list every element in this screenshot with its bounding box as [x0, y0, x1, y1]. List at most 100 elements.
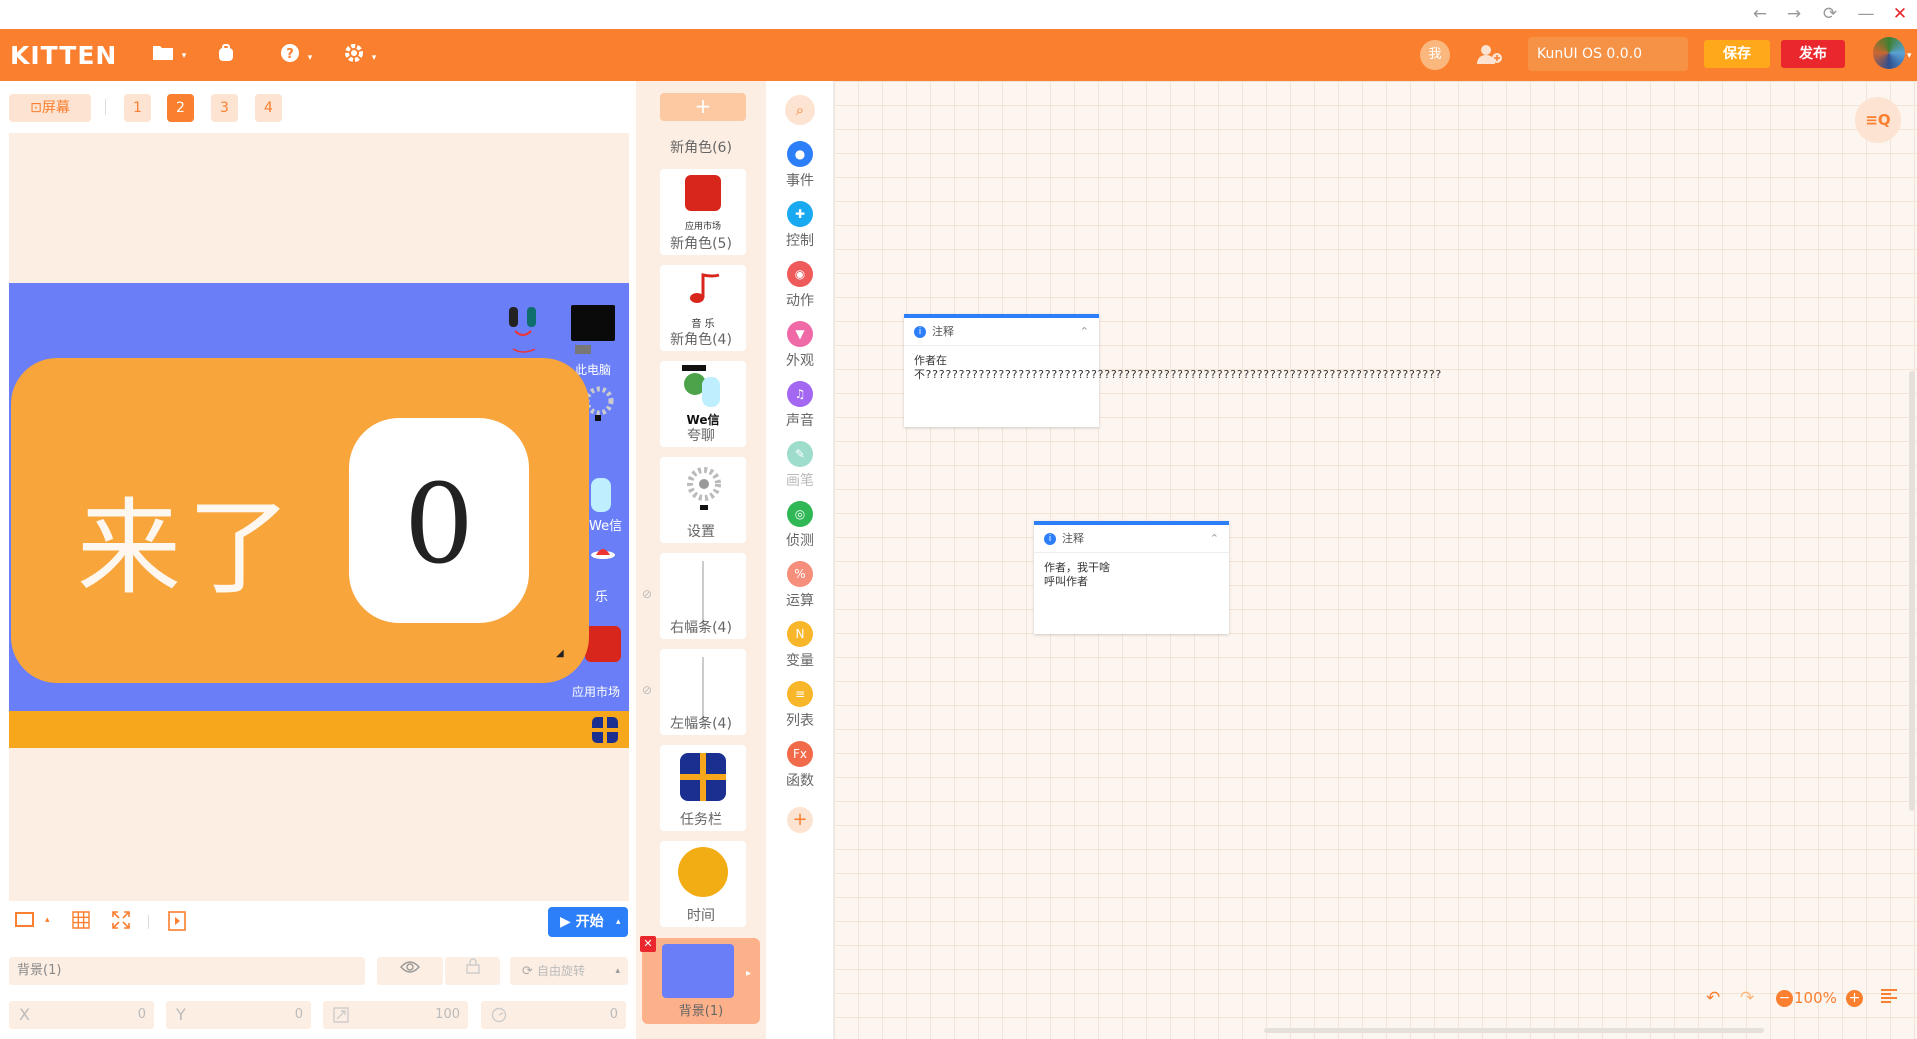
publish-button[interactable]: 发布	[1781, 40, 1845, 68]
eye-icon	[400, 961, 420, 978]
chevron-right-icon[interactable]: ▸	[746, 968, 751, 979]
zoom-level: 100%	[1794, 989, 1837, 1007]
comment-body[interactable]: 作者，我干啥 呼叫作者	[1034, 553, 1229, 599]
hidden-eye-icon[interactable]: ⊘	[642, 683, 652, 697]
category-sensing[interactable]: ◎ 侦测	[766, 501, 834, 550]
chevron-down-icon: ▾	[371, 53, 377, 63]
settings-menu[interactable]: ▾	[344, 43, 376, 67]
visibility-toggle[interactable]	[377, 957, 443, 985]
sprite-name[interactable]: 左幅条(4)	[636, 713, 766, 733]
gear-icon	[344, 44, 370, 68]
wechat-icon[interactable]	[591, 478, 611, 512]
user-avatar[interactable]	[1873, 37, 1905, 69]
size-field[interactable]: 100	[323, 1001, 468, 1029]
horizontal-scrollbar[interactable]	[1264, 1028, 1764, 1033]
x-field[interactable]: X 0	[9, 1001, 154, 1029]
undo-icon[interactable]: ↶	[1706, 988, 1720, 1008]
fullscreen-icon[interactable]	[112, 911, 130, 934]
start-button[interactable]: ▶ 开始 ▴	[548, 907, 628, 937]
zoom-in-icon[interactable]: +	[1846, 990, 1863, 1007]
category-variables[interactable]: N 变量	[766, 621, 834, 670]
category-control[interactable]: ✚ 控制	[766, 201, 834, 250]
resize-handle-icon[interactable]: ◢	[556, 648, 564, 659]
screen-tab-2[interactable]: 2	[167, 94, 194, 122]
chevron-up-icon[interactable]: ⌃	[1080, 318, 1089, 346]
category-sound[interactable]: ♫ 声音	[766, 381, 834, 430]
collaborate-button[interactable]	[1476, 43, 1504, 67]
align-blocks-icon[interactable]	[1880, 988, 1898, 1009]
close-icon[interactable]: ✕	[1886, 2, 1914, 26]
category-looks[interactable]: ▼ 外观	[766, 321, 834, 370]
function-icon: Fx	[787, 741, 813, 767]
minimize-icon[interactable]: —	[1852, 2, 1880, 26]
add-extension-icon[interactable]: +	[787, 807, 813, 833]
category-pen[interactable]: ✎ 画笔	[766, 441, 834, 490]
rotation-mode-select[interactable]: ⟳ 自由旋转 ▴	[510, 957, 628, 985]
code-workspace[interactable]: ≡Q i 注释 ⌃ 作者在 不?????????????????????????…	[834, 81, 1917, 1039]
redo-icon[interactable]: ↷	[1740, 988, 1754, 1008]
category-functions[interactable]: Fx 函数	[766, 741, 834, 790]
chevron-up-icon[interactable]: ⌃	[1210, 525, 1219, 553]
screen-tab-4[interactable]: 4	[255, 94, 282, 122]
sprite-name[interactable]: 新角色(6)	[636, 137, 766, 157]
help-menu[interactable]: ? ▾	[280, 43, 312, 67]
screen-tab-3[interactable]: 3	[211, 94, 238, 122]
sprite-name[interactable]: 新角色(5)	[636, 233, 766, 253]
screen-button[interactable]: ⊡屏幕	[9, 94, 91, 122]
back-icon[interactable]: ←	[1746, 2, 1774, 26]
add-sprite-button[interactable]: +	[660, 93, 746, 121]
vertical-scrollbar[interactable]	[1909, 371, 1915, 811]
direction-icon	[491, 1001, 507, 1032]
search-icon[interactable]: ⌕	[785, 95, 815, 125]
stage-canvas[interactable]: 此电脑 We信 乐 应用市场 来了 0 ◢	[9, 133, 629, 901]
sprite-name[interactable]: 右幅条(4)	[636, 617, 766, 637]
sprite-name[interactable]: 设置	[636, 521, 766, 541]
comment-body[interactable]: 作者在 不???????????????????????????????????…	[904, 346, 1442, 392]
hidden-eye-icon[interactable]: ⊘	[642, 587, 652, 601]
sprite-name[interactable]: 任务栏	[636, 809, 766, 829]
sprite-name[interactable]: 夸聊	[636, 425, 766, 445]
sprite-name[interactable]: 新角色(4)	[636, 329, 766, 349]
save-button[interactable]: 保存	[1704, 40, 1770, 68]
chevron-down-icon: ▾	[181, 51, 187, 61]
comment-header[interactable]: i 注释 ⌃	[904, 318, 1099, 346]
category-label: 画笔	[786, 473, 814, 489]
sprite-name[interactable]: 时间	[636, 905, 766, 925]
stage-screen[interactable]: 此电脑 We信 乐 应用市场 来了 0 ◢	[9, 283, 629, 748]
category-lists[interactable]: ≡ 列表	[766, 681, 834, 730]
start-menu-icon[interactable]	[591, 716, 619, 748]
block-search-icon[interactable]: ≡Q	[1855, 97, 1901, 143]
folder-menu[interactable]: ▾	[152, 43, 186, 67]
popup-dialog[interactable]: 来了 0 ◢	[11, 358, 589, 683]
comment-header[interactable]: i 注释 ⌃	[1034, 525, 1229, 553]
category-motion[interactable]: ◉ 动作	[766, 261, 834, 310]
direction-field[interactable]: 0	[481, 1001, 626, 1029]
project-title-field[interactable]: KunUI OS 0.0.0	[1528, 37, 1688, 71]
face-sprite[interactable]	[505, 305, 545, 359]
background-card[interactable]: ✕ ▸ 背景(1)	[640, 936, 760, 1024]
screen-tab-1[interactable]: 1	[124, 94, 151, 122]
backpack-button[interactable]	[216, 43, 236, 67]
computer-icon[interactable]	[571, 305, 615, 341]
chevron-down-icon[interactable]: ▾	[1907, 51, 1912, 61]
comment-note[interactable]: i 注释 ⌃ 作者在 不????????????????????????????…	[904, 314, 1442, 427]
reload-icon[interactable]: ⟳	[1816, 2, 1844, 26]
app-store-icon[interactable]	[585, 626, 621, 662]
category-event[interactable]: ● 事件	[766, 141, 834, 190]
taskbar[interactable]	[9, 711, 629, 748]
category-operators[interactable]: % 运算	[766, 561, 834, 610]
info-icon: i	[914, 326, 926, 338]
comment-note[interactable]: i 注释 ⌃ 作者，我干啥 呼叫作者	[1034, 521, 1229, 634]
me-avatar[interactable]: 我	[1420, 40, 1450, 70]
y-field[interactable]: Y 0	[166, 1001, 311, 1029]
sprite-name-field[interactable]: 背景(1)	[9, 957, 365, 985]
preview-icon[interactable]	[168, 911, 186, 936]
grid-icon[interactable]	[72, 911, 90, 934]
chevron-up-icon[interactable]: ▴	[45, 915, 50, 925]
stage-size-icon[interactable]	[15, 911, 35, 934]
delete-icon[interactable]: ✕	[640, 936, 656, 952]
forward-icon[interactable]: →	[1780, 2, 1808, 26]
lock-toggle[interactable]	[445, 957, 500, 985]
zoom-out-icon[interactable]: −	[1776, 990, 1793, 1007]
svg-text:?: ?	[286, 47, 294, 62]
